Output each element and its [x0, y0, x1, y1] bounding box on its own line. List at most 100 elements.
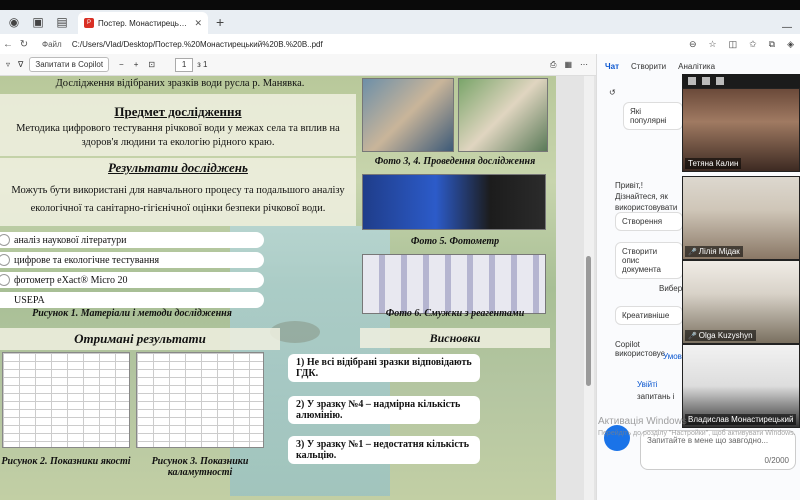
- obtained-title: Отримані результати: [74, 331, 206, 346]
- photo-3-4-caption: Фото 3, 4. Проведення дослідження: [374, 156, 536, 167]
- poster-page: Дослідження відібраних зразків води русл…: [0, 76, 556, 500]
- zoom-icon[interactable]: ⊖: [689, 39, 697, 50]
- ask-copilot-button[interactable]: Запитати в Copilot: [29, 57, 110, 72]
- bullet-icon: [0, 234, 10, 246]
- mic-muted-icon: 🎤: [688, 332, 697, 340]
- conclusion-item: 3) У зразку №1 – недостатня кількість ка…: [288, 436, 480, 464]
- method-item: USEPA: [0, 292, 264, 308]
- method-item: фотометр eXact® Micro 20: [0, 272, 264, 288]
- method-label: USEPA: [14, 294, 45, 306]
- participant-tile[interactable]: Владислав Монастирецький: [682, 344, 800, 428]
- photo-4: [458, 78, 548, 152]
- file-label: Файл: [42, 39, 62, 49]
- poster-top-line: Дослідження відібраних зразків води русл…: [55, 78, 305, 89]
- pdf-toolbar: ▿ ∇ Запитати в Copilot − + ⊡ 1 з 1 ⎙ ▦ ⋯: [0, 54, 596, 76]
- top-black-bar: [0, 0, 800, 10]
- conclusion-item: 2) У зразку №4 – надмірна кількість алюм…: [288, 396, 480, 424]
- back-icon[interactable]: ←: [0, 39, 16, 50]
- participant-name-label: Тетяна Калин: [685, 158, 742, 169]
- profile-icon[interactable]: ◉: [4, 12, 24, 32]
- favorite-icon[interactable]: ☆: [709, 39, 717, 50]
- quality-table: [2, 352, 130, 448]
- photo-6-caption: Фото 6. Смужки з реагентами: [385, 308, 525, 319]
- bullet-icon: [0, 274, 10, 286]
- window-minimize-icon[interactable]: —: [782, 22, 792, 33]
- page-number-input[interactable]: 1: [175, 57, 194, 72]
- browser-tab-bar: ◉ ▣ ▤ P Постер. Монастирецький Б. В.pdf …: [0, 10, 800, 34]
- participant-name-label: 🎤 Лілія Мідак: [685, 246, 743, 257]
- highlight-icon[interactable]: ▿: [6, 60, 10, 69]
- figure-3-caption: Рисунок 3. Показники каламутності: [151, 456, 249, 478]
- participant-name-label: Владислав Монастирецький: [685, 414, 797, 425]
- figure-2-caption: Рисунок 2. Показники якості: [1, 456, 131, 467]
- copilot-icon[interactable]: ◈: [787, 39, 794, 50]
- history-icon[interactable]: ↺: [609, 88, 616, 97]
- scroll-thumb[interactable]: [586, 256, 591, 386]
- extensions-icon[interactable]: ⧉: [769, 39, 775, 50]
- windows-activation-watermark: Активація Windows: [598, 416, 687, 427]
- windows-activation-note: Перейдіть до розділу "Настройки", щоб ак…: [598, 430, 796, 437]
- method-label: аналіз наукової літератури: [14, 234, 127, 246]
- fit-page-icon[interactable]: ⊡: [148, 60, 155, 69]
- address-actions: ⊖ ☆ ◫ ✩ ⧉ ◈: [689, 39, 794, 50]
- address-bar: ← ↻ Файл C:/Users/Vlad/Desktop/Постер.%2…: [0, 34, 800, 54]
- participant-tile[interactable]: Тетяна Калин: [682, 88, 800, 172]
- url-text: C:/Users/Vlad/Desktop/Постер.%20Монастир…: [71, 39, 323, 49]
- method-label: фотометр eXact® Micro 20: [14, 274, 128, 286]
- video-gallery: Тетяна Калин 🎤 Лілія Мідак 🎤 Olga Kuzyshyn…: [682, 76, 800, 428]
- sign-in-note: запитань і: [637, 392, 675, 401]
- turbidity-table: [136, 352, 264, 448]
- char-count: 0/2000: [764, 456, 789, 465]
- suggestion-create[interactable]: Створення: [615, 212, 683, 231]
- print-icon[interactable]: ⎙: [550, 60, 556, 70]
- favorites-icon[interactable]: ✩: [749, 39, 757, 50]
- page-total: з 1: [197, 60, 208, 69]
- subject-text: Методика цифрового тестування річкової в…: [16, 123, 340, 148]
- photometer-photo: [362, 174, 546, 230]
- zoom-in-icon[interactable]: +: [134, 60, 139, 69]
- photo-3: [362, 78, 454, 152]
- tab-create[interactable]: Створити: [631, 62, 666, 71]
- tab-actions-icon[interactable]: ▤: [52, 12, 72, 32]
- copilot-avatar-icon[interactable]: [604, 425, 630, 451]
- results-title: Результати досліджень: [108, 160, 248, 175]
- address-field[interactable]: Файл C:/Users/Vlad/Desktop/Постер.%20Мон…: [42, 40, 323, 49]
- zoom-out-icon[interactable]: −: [119, 60, 124, 69]
- tab-chat[interactable]: Чат: [605, 62, 619, 71]
- method-item: аналіз наукової літератури: [0, 232, 264, 248]
- suggestion-describe[interactable]: Створити опис документа: [615, 242, 683, 279]
- pdf-viewer[interactable]: Дослідження відібраних зразків води русл…: [0, 76, 596, 500]
- tab-title: Постер. Монастирецький Б. В.pdf: [98, 18, 191, 28]
- photo-5-caption: Фото 5. Фотометр: [410, 236, 500, 247]
- popular-card[interactable]: Які популярні: [623, 102, 683, 130]
- participant-tile[interactable]: 🎤 Лілія Мідак: [682, 176, 800, 260]
- conclusion-item: 1) Не всі відібрані зразки відповідають …: [288, 354, 480, 382]
- reagent-strips-photo: [362, 254, 546, 314]
- method-label: цифрове та екологічне тестування: [14, 254, 160, 266]
- new-tab-button[interactable]: +: [216, 14, 224, 30]
- bullet-icon: [0, 254, 10, 266]
- close-icon[interactable]: ✕: [194, 18, 202, 29]
- tab-pdf[interactable]: P Постер. Монастирецький Б. В.pdf ✕: [78, 12, 208, 34]
- sign-in-link[interactable]: Увійті: [637, 380, 658, 389]
- style-creative-button[interactable]: Креативніше: [615, 306, 683, 325]
- figure-1-caption: Рисунок 1. Матеріали і методи дослідженн…: [32, 308, 232, 319]
- mic-muted-icon: 🎤: [688, 248, 697, 256]
- more-icon[interactable]: ⋯: [580, 60, 588, 69]
- draw-icon[interactable]: ∇: [18, 60, 23, 69]
- conclusions-title: Висновки: [429, 331, 481, 345]
- participant-name-label: 🎤 Olga Kuzyshyn: [685, 330, 756, 341]
- subject-title: Предмет дослідження: [114, 104, 242, 119]
- style-label: Вибер: [659, 284, 683, 293]
- refresh-icon[interactable]: ↻: [16, 39, 32, 50]
- tab-analytics[interactable]: Аналітика: [678, 62, 715, 71]
- results-text: Можуть бути використані для навчального …: [11, 185, 345, 214]
- input-placeholder: Запитайте в мене що завгодно...: [647, 436, 769, 445]
- pdf-icon: P: [84, 18, 94, 28]
- save-icon[interactable]: ▦: [564, 60, 572, 69]
- workspaces-icon[interactable]: ▣: [28, 12, 48, 32]
- method-item: цифрове та екологічне тестування: [0, 252, 264, 268]
- participant-tile[interactable]: 🎤 Olga Kuzyshyn: [682, 260, 800, 344]
- split-screen-icon[interactable]: ◫: [729, 39, 738, 50]
- screen: ◉ ▣ ▤ P Постер. Монастирецький Б. В.pdf …: [0, 0, 800, 500]
